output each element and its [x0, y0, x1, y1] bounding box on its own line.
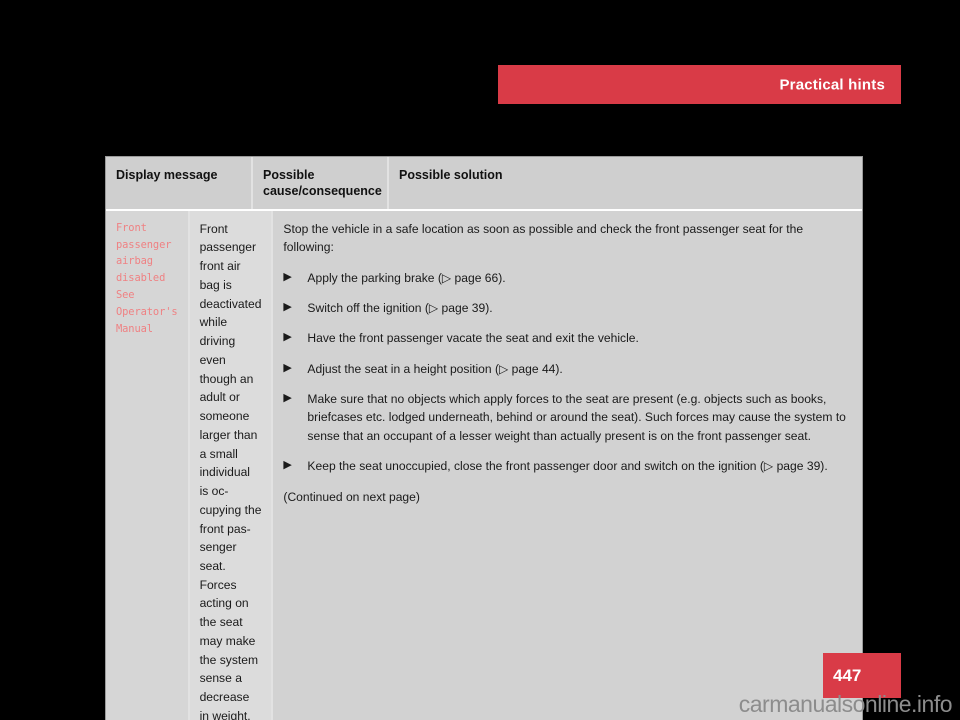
running-header-bar: Practical hints: [498, 65, 901, 104]
filled-triangle-right-icon: ▶: [283, 270, 292, 283]
solution-step-label: Make sure that no objects which apply fo…: [307, 392, 846, 443]
column-header-possible-solution: Possible solution: [399, 168, 503, 182]
filled-triangle-right-icon: ▶: [283, 392, 292, 404]
solution-step-label: Switch off the ignition (▷ page 39).: [307, 300, 493, 315]
cell-possible-cause: Front passenger front air bag is deactiv…: [189, 210, 274, 720]
manual-page: Practical hints Display message Possible…: [0, 0, 960, 720]
display-message-text: Front passenger airbag disabled See Oper…: [116, 221, 178, 335]
table-header-row: Display message Possible cause/consequen…: [106, 157, 862, 211]
solution-step: ▶ Have the front passenger vacate the sea…: [283, 329, 852, 347]
filled-triangle-right-icon: ▶: [283, 331, 292, 344]
running-header-title: Practical hints: [779, 76, 885, 93]
solution-step: ▶ Switch off the ignition (▷ page 39).: [283, 299, 852, 317]
solution-step: ▶ Make sure that no objects which apply f…: [283, 390, 852, 445]
filled-triangle-right-icon: ▶: [283, 459, 292, 472]
filled-triangle-right-icon: ▶: [283, 300, 292, 313]
watermark-text: carmanualsonline.info: [738, 691, 953, 717]
table-row: Front passenger airbag disabled See Oper…: [106, 210, 862, 720]
display-message-table: Display message Possible cause/consequen…: [105, 156, 863, 720]
continued-on-next-page-note: (Continued on next page): [283, 489, 420, 504]
column-header-possible-cause: Possible cause/consequence: [253, 157, 389, 209]
solution-step: ▶ Apply the parking brake (▷ page 66).: [283, 269, 852, 287]
solution-step-label: Adjust the seat in a height position (▷ …: [307, 361, 563, 376]
column-header-display-message: Display message: [106, 157, 253, 209]
page-number-text: 447: [833, 665, 862, 685]
solution-step-label: Have the front passenger vacate the seat…: [307, 331, 639, 346]
solution-step-label: Keep the seat unoccupied, close the fron…: [307, 459, 828, 474]
solution-step: ▶ Keep the seat unoccupied, close the fro…: [283, 457, 852, 475]
filled-triangle-right-icon: ▶: [283, 361, 292, 374]
solution-step: ▶ Adjust the seat in a height position (▷…: [283, 360, 852, 378]
possible-cause-text: Front passenger front air bag is deactiv…: [199, 221, 262, 720]
solution-step-list: ▶ Apply the parking brake (▷ page 66). ▶ Sw…: [283, 269, 852, 476]
cell-display-message: Front passenger airbag disabled See Oper…: [106, 210, 190, 720]
solution-intro-text: Stop the vehicle in a safe location as s…: [283, 221, 804, 255]
cell-possible-solution: Stop the vehicle in a safe location as s…: [273, 210, 862, 720]
solution-step-label: Apply the parking brake (▷ page 66).: [307, 270, 506, 285]
